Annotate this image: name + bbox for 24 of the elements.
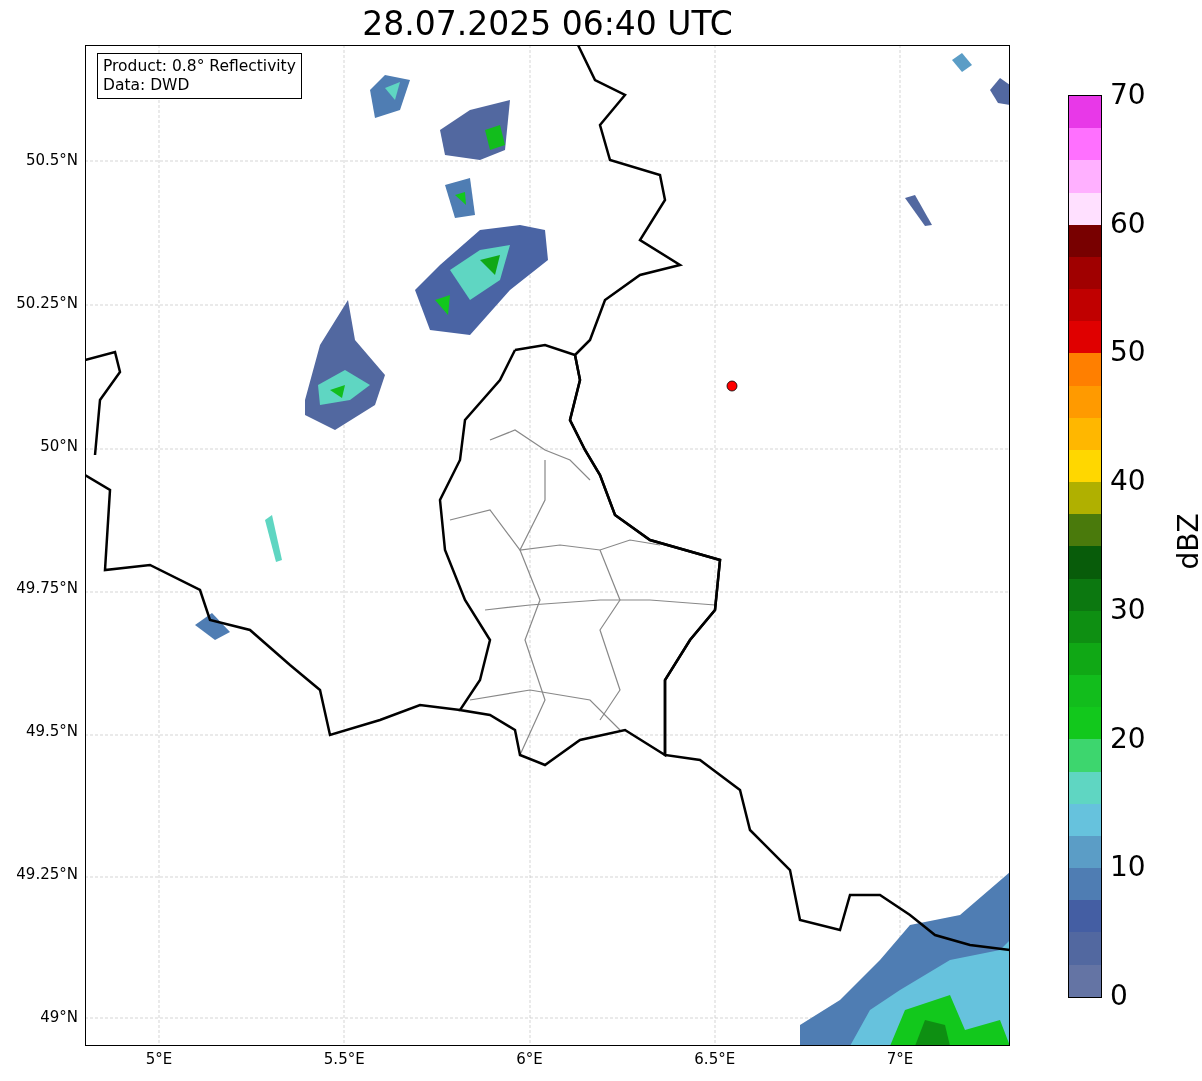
axis-tick-label: 49°N — [39, 1007, 78, 1026]
colorbar-tick-label: 70 — [1110, 78, 1146, 112]
axis-tick-label: 50°N — [39, 436, 78, 455]
colorbar-tick-label: 50 — [1110, 335, 1146, 370]
info-text: Data: DWD — [103, 76, 191, 95]
axis-tick-label: 49.25°N — [15, 865, 78, 883]
colorbar-tick-label: 10 — [1110, 850, 1146, 885]
axis-tick-label: 50.5°N — [24, 151, 78, 169]
axis-tick-label: 5°E — [144, 1050, 174, 1068]
axis-tick-label: 49.75°N — [15, 579, 78, 598]
axis-tick-label: 6.5°E — [693, 1050, 737, 1068]
axis-tick-label: 6°E — [515, 1050, 544, 1068]
colorbar-label: dBZ — [1171, 512, 1202, 572]
axis-tick-label: 50.25°N — [15, 293, 78, 312]
axis-tick-label: 49.5°N — [24, 722, 78, 741]
colorbar-tick-label: 20 — [1110, 721, 1146, 756]
colorbar-tick-label: 0 — [1110, 979, 1128, 1013]
info-text: Product: 0.8° Reflectivity — [103, 57, 296, 76]
chart-title: 28.07.2025 06:40 UTC — [361, 4, 734, 43]
colorbar-tick-label: 30 — [1110, 592, 1146, 627]
axis-tick-label: 7°E — [885, 1050, 915, 1068]
colorbar-tick-label: 60 — [1110, 206, 1146, 241]
colorbar-tick-label: 40 — [1110, 464, 1146, 499]
axis-tick-label: 5.5°E — [322, 1050, 366, 1068]
